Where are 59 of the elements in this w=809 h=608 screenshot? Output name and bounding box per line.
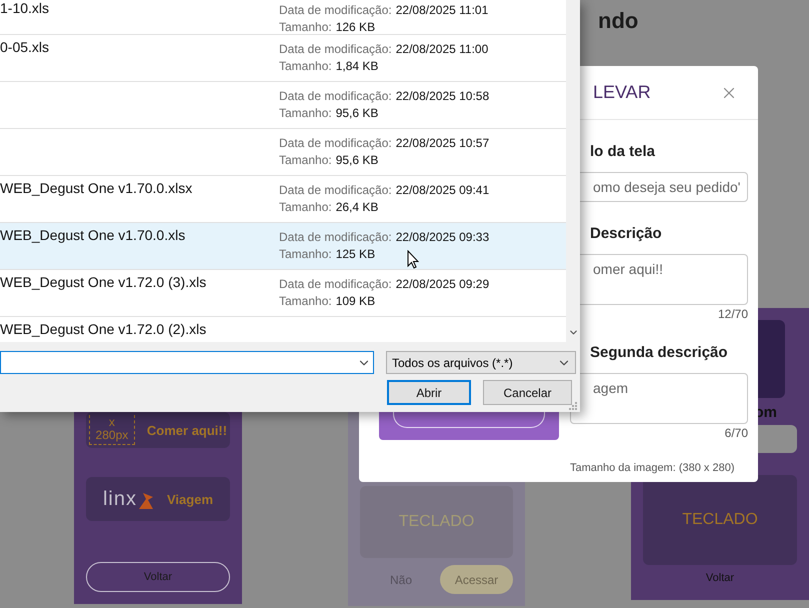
field-label: Segunda descrição [590, 344, 728, 361]
filename-combo[interactable] [0, 351, 374, 374]
modified-date: 22/08/2025 09:41 [396, 183, 490, 197]
file-type-select[interactable]: Todos os arquivos (*.*) [386, 351, 576, 374]
resize-grip-icon[interactable] [569, 402, 577, 410]
file-name: 1-10.xls [0, 0, 50, 16]
field-label: Descrição [590, 225, 662, 242]
scrollbar[interactable] [566, 0, 580, 342]
placeholder-text: 280px [96, 429, 128, 442]
file-size: 109 KB [336, 294, 376, 308]
meta-label: Tamanho: [279, 247, 332, 261]
card-label: Viagem [167, 492, 214, 506]
meta-label: Data de modificação: [279, 89, 392, 103]
modified-date: 22/08/2025 09:29 [396, 277, 490, 291]
file-size: 125 KB [336, 247, 376, 261]
field-label: lo da tela [590, 143, 656, 160]
modified-date: 22/08/2025 09:33 [396, 230, 490, 244]
meta-label: Tamanho: [279, 294, 332, 308]
char-counter: 6/70 [724, 426, 748, 440]
meta-label: Data de modificação: [279, 42, 392, 56]
meta-label: Tamanho: [279, 153, 332, 167]
modified-date: 22/08/2025 11:01 [396, 3, 488, 17]
meta-label: Data de modificação: [279, 183, 392, 197]
file-name: WEB_Degust One v1.70.0.xlsx [0, 180, 194, 196]
image-size-note: Tamanho da imagem: (380 x 280) [570, 462, 736, 474]
dialog-button[interactable]: Abrir [387, 380, 471, 405]
meta-label: Data de modificação: [279, 277, 392, 291]
modified-date: 22/08/2025 10:58 [396, 89, 490, 103]
card-label: Comer aqui!! [146, 422, 228, 438]
file-row[interactable]: WEB_Degust One v1.70.0.xls Data de modificação: 22/08/2025 09:33 Tamanho: 125 KB [0, 223, 566, 270]
file-size: 126 KB [336, 20, 376, 34]
file-size: 1,84 KB [336, 59, 378, 73]
file-size: 95,6 KB [336, 153, 378, 167]
meta-label: Data de modificação: [279, 230, 392, 244]
modified-date: 22/08/2025 11:00 [396, 42, 488, 56]
modal-title: LEVAR [593, 82, 651, 103]
file-row[interactable]: 1-10.xls Data de modificação: 22/08/2025 11:01 Tamanho: 126 KB [0, 0, 566, 35]
logo-text: linx [102, 488, 137, 510]
meta-label: Tamanho: [279, 20, 332, 34]
meta-label: Tamanho: [279, 59, 332, 73]
page-heading: ndo [598, 8, 638, 33]
meta-label: Data de modificação: [279, 136, 392, 150]
meta-label: Tamanho: [279, 106, 332, 120]
mouse-pointer-icon [407, 250, 419, 269]
card-label: TECLADO [682, 511, 758, 529]
file-name: 0-05.xls [0, 39, 50, 55]
meta-label: Data de modificação: [279, 3, 392, 17]
option-card[interactable]: linx Viagem [86, 477, 230, 521]
dialog-button[interactable]: Cancelar [483, 380, 572, 405]
file-size: 26,4 KB [336, 200, 378, 214]
logo-mark-icon [137, 490, 155, 510]
file-name: WEB_Degust One v1.72.0 (3).xls [0, 274, 208, 290]
meta-label: Tamanho: [279, 200, 332, 214]
file-size: 95,6 KB [336, 106, 378, 120]
char-counter: 12/70 [718, 307, 748, 321]
modified-date: 22/08/2025 10:57 [396, 136, 490, 150]
placeholder-text: x [108, 416, 115, 429]
file-name: WEB_Degust One v1.72.0 (2).xls [0, 321, 208, 337]
file-name: WEB_Degust One v1.70.0.xls [0, 227, 186, 243]
